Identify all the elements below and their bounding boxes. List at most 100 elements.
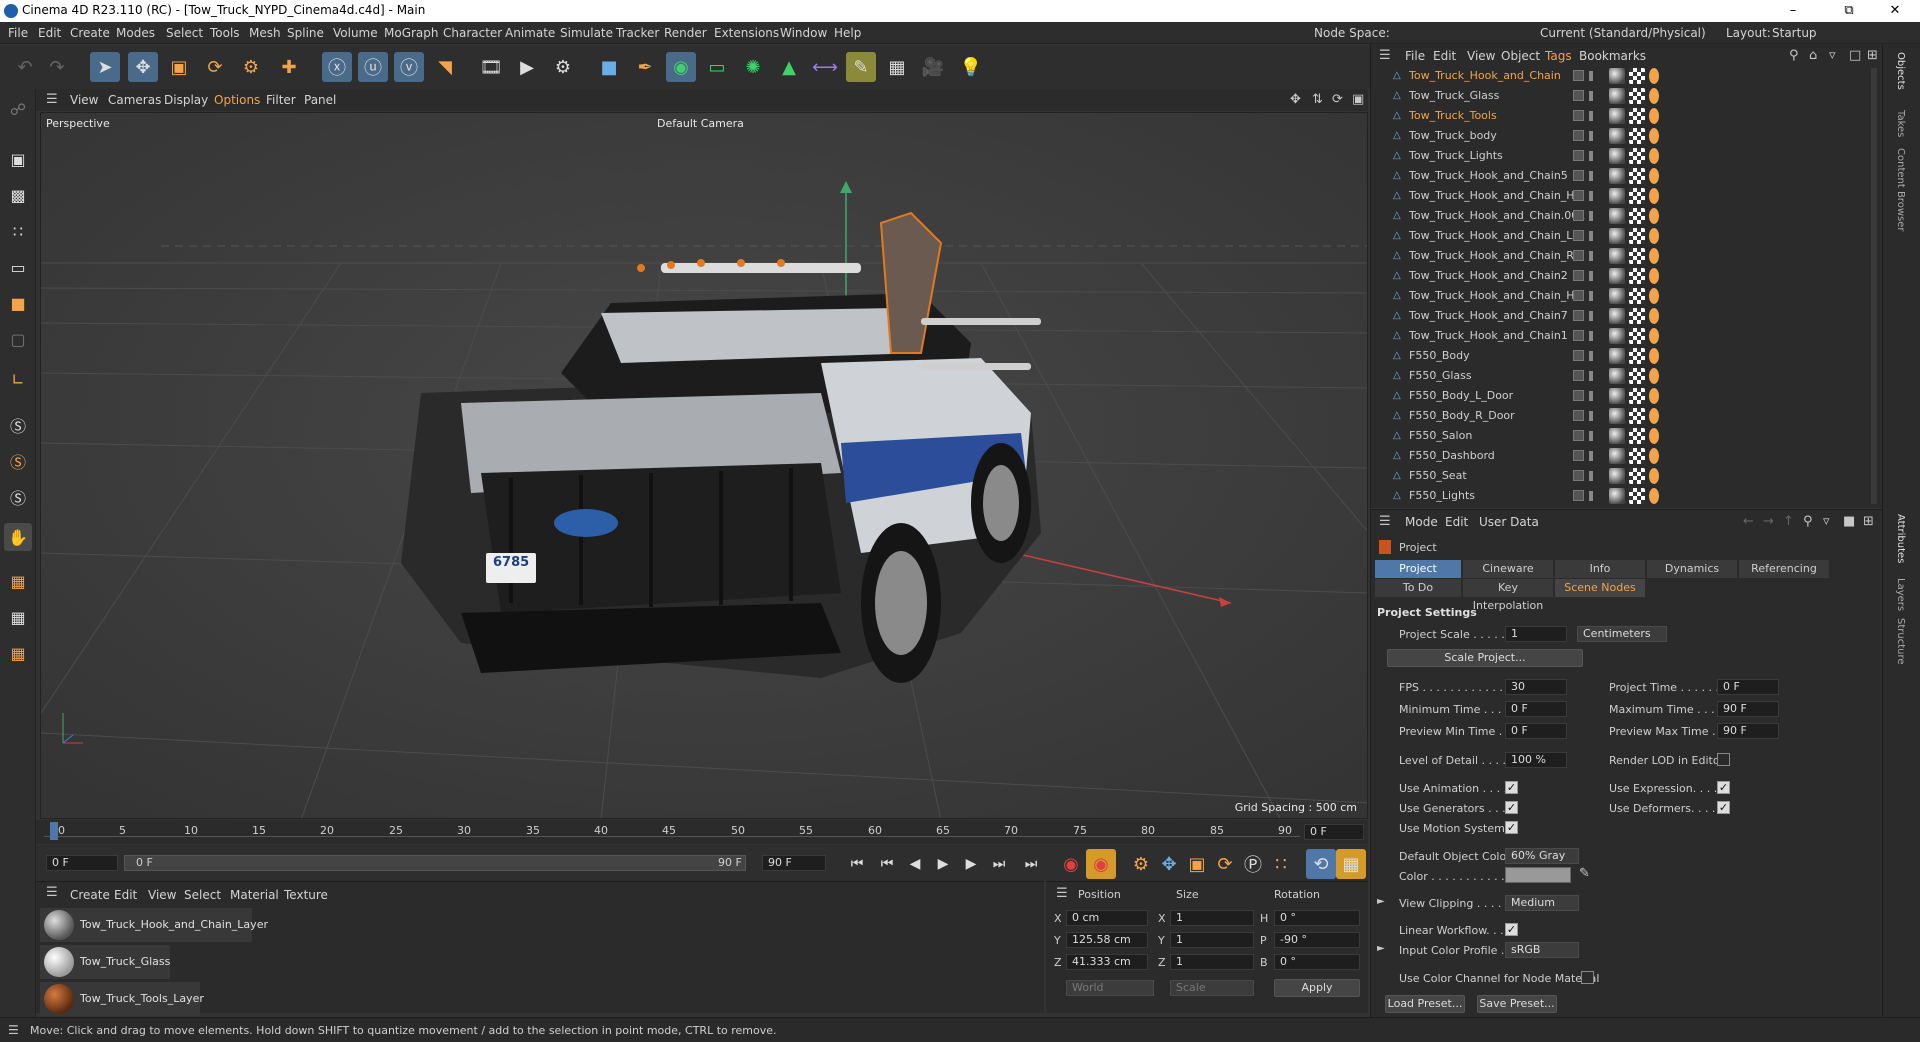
attr-filter-icon[interactable]: ▿ (1823, 514, 1830, 529)
use-generators-checkbox[interactable]: ✓ (1505, 801, 1518, 814)
uvw-tag-icon[interactable] (1629, 88, 1645, 104)
visibility-toggle[interactable] (1573, 70, 1584, 81)
material-tag-icon[interactable] (1609, 348, 1625, 364)
view-clipping-expand-icon[interactable]: ► (1377, 896, 1385, 907)
object-row[interactable]: △ Tow_Truck_body (1371, 126, 1881, 146)
obj-menu-view[interactable]: View (1467, 49, 1495, 63)
render-dots-icon[interactable] (1589, 231, 1593, 241)
render-dots-icon[interactable] (1589, 311, 1593, 321)
uvw-tag-icon[interactable] (1629, 288, 1645, 304)
back-arrow-icon[interactable]: ← (1743, 514, 1754, 529)
key-scale-icon[interactable]: ▣ (1182, 849, 1212, 879)
uvw-tag-icon[interactable] (1629, 368, 1645, 384)
points-mode-icon[interactable]: ∷ (4, 217, 32, 245)
visibility-toggle[interactable] (1573, 130, 1584, 141)
lock-icon[interactable]: ■ (1843, 514, 1855, 529)
viewport-menu-view[interactable]: View (70, 93, 98, 107)
viewport-menu-filter[interactable]: Filter (266, 93, 296, 107)
uvw-tag-icon[interactable] (1629, 328, 1645, 344)
project-time-field[interactable]: 0 F (1717, 679, 1779, 695)
transform-icon[interactable]: ✚ (274, 52, 304, 82)
default-color-dropdown[interactable]: 60% Gray (1505, 848, 1579, 864)
key-param-icon[interactable]: Ⓟ (1238, 849, 1268, 879)
rot-b-field[interactable]: 0 ° (1274, 954, 1360, 970)
input-profile-expand-icon[interactable]: ► (1377, 943, 1385, 954)
object-row[interactable]: △ F550_Lights (1371, 486, 1881, 506)
scale-unit-dropdown[interactable]: Centimeters (1577, 626, 1667, 642)
uvw-tag-icon[interactable] (1629, 348, 1645, 364)
make-editable-icon[interactable]: ☍ (4, 95, 32, 123)
material-tag-icon[interactable] (1609, 128, 1625, 144)
coordinate-system-icon[interactable]: ◥ (430, 52, 460, 82)
object-row[interactable]: △ F550_Body_L_Door (1371, 386, 1881, 406)
phong-tag-icon[interactable] (1649, 68, 1659, 84)
uvw-tag-icon[interactable] (1629, 188, 1645, 204)
size-x-field[interactable]: 1 (1170, 910, 1254, 926)
visibility-toggle[interactable] (1573, 470, 1584, 481)
uvw-tag-icon[interactable] (1629, 68, 1645, 84)
render-dots-icon[interactable] (1589, 391, 1593, 401)
start-frame-field[interactable]: 0 F (46, 855, 118, 871)
phong-tag-icon[interactable] (1649, 328, 1659, 344)
autokey-icon[interactable]: ◉ (1086, 849, 1116, 879)
menu-file[interactable]: File (8, 26, 28, 40)
tab-info[interactable]: Info (1555, 560, 1645, 578)
object-row[interactable]: △ Tow_Truck_Hook_and_Chain.001 (1371, 206, 1881, 226)
render-dots-icon[interactable] (1589, 131, 1593, 141)
up-arrow-icon[interactable]: ↑ (1783, 514, 1794, 529)
side-tab-objects[interactable]: Objects (1895, 52, 1906, 90)
menu-mograph[interactable]: MoGraph (384, 26, 439, 40)
material-swatch[interactable]: Tow_Truck_Glass (40, 945, 170, 979)
uvw-tag-icon[interactable] (1629, 488, 1645, 504)
camera-icon[interactable]: 🎥 (918, 52, 948, 82)
obj-menu-tags[interactable]: Tags (1545, 49, 1572, 63)
menu-select[interactable]: Select (166, 26, 203, 40)
side-tab-takes[interactable]: Takes (1895, 110, 1906, 137)
render-dots-icon[interactable] (1589, 71, 1593, 81)
use-expression-checkbox[interactable]: ✓ (1717, 781, 1730, 794)
node-space-dropdown[interactable]: Current (Standard/Physical) (1540, 26, 1706, 40)
visibility-toggle[interactable] (1573, 330, 1584, 341)
timeline-ruler[interactable]: 0 5 10 15 20 25 30 35 40 45 50 55 60 65 … (36, 820, 1368, 844)
phong-tag-icon[interactable] (1649, 448, 1659, 464)
object-row[interactable]: △ Tow_Truck_Hook_and_Chain_H1 (1371, 286, 1881, 306)
material-tag-icon[interactable] (1609, 448, 1625, 464)
rot-p-field[interactable]: -90 ° (1274, 932, 1360, 948)
render-lod-checkbox[interactable] (1717, 753, 1730, 766)
home-icon[interactable]: ⌂ (1809, 48, 1817, 63)
scale-icon[interactable]: ▣ (164, 52, 194, 82)
render-dots-icon[interactable] (1589, 431, 1593, 441)
phong-tag-icon[interactable] (1649, 268, 1659, 284)
render-dots-icon[interactable] (1589, 451, 1593, 461)
coords-menu-icon[interactable]: ☰ (1056, 886, 1068, 901)
use-motion-checkbox[interactable]: ✓ (1505, 821, 1518, 834)
visibility-toggle[interactable] (1573, 370, 1584, 381)
subdivision-icon[interactable]: ◉ (666, 52, 696, 82)
material-menu-create[interactable]: Create (70, 888, 110, 902)
object-row[interactable]: △ F550_Dashbord (1371, 446, 1881, 466)
objects-scrollbar[interactable] (1871, 68, 1877, 504)
tab-to-do[interactable]: To Do (1375, 579, 1461, 597)
restore-button[interactable]: ⧉ (1826, 0, 1872, 22)
material-menu-texture[interactable]: Texture (284, 888, 328, 902)
material-tag-icon[interactable] (1609, 308, 1625, 324)
visibility-toggle[interactable] (1573, 270, 1584, 281)
material-menu-select[interactable]: Select (184, 888, 221, 902)
obj-menu-object[interactable]: Object (1501, 49, 1540, 63)
obj-menu-file[interactable]: File (1405, 49, 1425, 63)
node-material-checkbox[interactable] (1581, 971, 1594, 984)
new-view-icon[interactable]: □ (1849, 48, 1861, 63)
scale-project-button[interactable]: Scale Project... (1387, 649, 1583, 667)
menu-simulate[interactable]: Simulate (560, 26, 613, 40)
world-dropdown[interactable]: World (1066, 980, 1154, 996)
menu-character[interactable]: Character (443, 26, 502, 40)
project-scale-field[interactable]: 1 (1505, 626, 1567, 642)
axis-mode-icon[interactable]: ∟ (4, 365, 32, 393)
uvw-tag-icon[interactable] (1629, 128, 1645, 144)
render-dots-icon[interactable] (1589, 471, 1593, 481)
render-dots-icon[interactable] (1589, 151, 1593, 161)
visibility-toggle[interactable] (1573, 350, 1584, 361)
viewport-menu-panel[interactable]: Panel (304, 93, 336, 107)
light-icon[interactable]: 💡 (956, 52, 986, 82)
material-tag-icon[interactable] (1609, 468, 1625, 484)
